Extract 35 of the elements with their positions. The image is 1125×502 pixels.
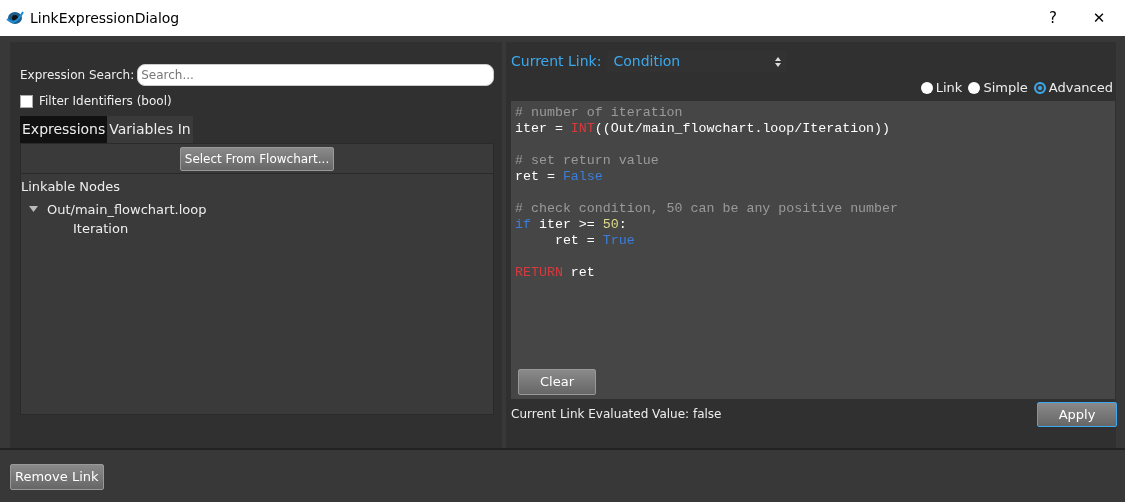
code-line: RETURN ret [515, 264, 595, 280]
tree-item[interactable]: Iteration [73, 221, 129, 236]
current-link-label: Current Link: [511, 52, 602, 71]
checkbox-label: Filter Identifiers (bool) [39, 93, 172, 110]
code-line: ret = False [515, 168, 603, 184]
clear-button[interactable]: Clear [518, 369, 596, 395]
remove-link-button[interactable]: Remove Link [10, 464, 104, 490]
apply-button[interactable]: Apply [1037, 401, 1117, 427]
select-from-flowchart-button[interactable]: Select From Flowchart... [179, 147, 335, 171]
search-label: Expression Search: [20, 67, 135, 84]
window-title: LinkExpressionDialog [30, 8, 180, 28]
search-field[interactable]: Search... [137, 64, 494, 86]
code-line: # set return value [515, 152, 659, 168]
code-line: iter = INT((Out/main_flowchart.loop/Iteration)) [515, 120, 891, 136]
code-line: ret = True [553, 232, 635, 248]
radio-label: Link [935, 79, 963, 97]
tab[interactable]: Expressions [20, 116, 108, 143]
code-line: if iter >= 50: [515, 216, 627, 232]
checkbox[interactable] [20, 94, 33, 108]
tab[interactable]: Variables In [107, 116, 193, 143]
code-line: # number of iteration [515, 104, 683, 120]
up-down-arrows-icon [775, 56, 782, 67]
radio-label: Advanced [1048, 79, 1113, 97]
close-button[interactable]: ✕ [1076, 5, 1122, 31]
tree-heading: Linkable Nodes [21, 178, 121, 196]
tree-item[interactable]: Out/main_flowchart.loop [47, 199, 207, 219]
app-logo-icon [6, 10, 24, 26]
code-line: # check condition, 50 can be any positive number [515, 200, 898, 216]
radio-label: Simple [983, 79, 1028, 97]
caret-icon[interactable] [29, 206, 38, 213]
help-button[interactable]: ? [1030, 5, 1076, 31]
evaluated-value-text: Current Link Evaluated Value: false [511, 406, 722, 424]
radio-button[interactable] [968, 81, 981, 94]
radio-button[interactable] [1033, 81, 1046, 94]
radio-button[interactable] [920, 81, 933, 94]
